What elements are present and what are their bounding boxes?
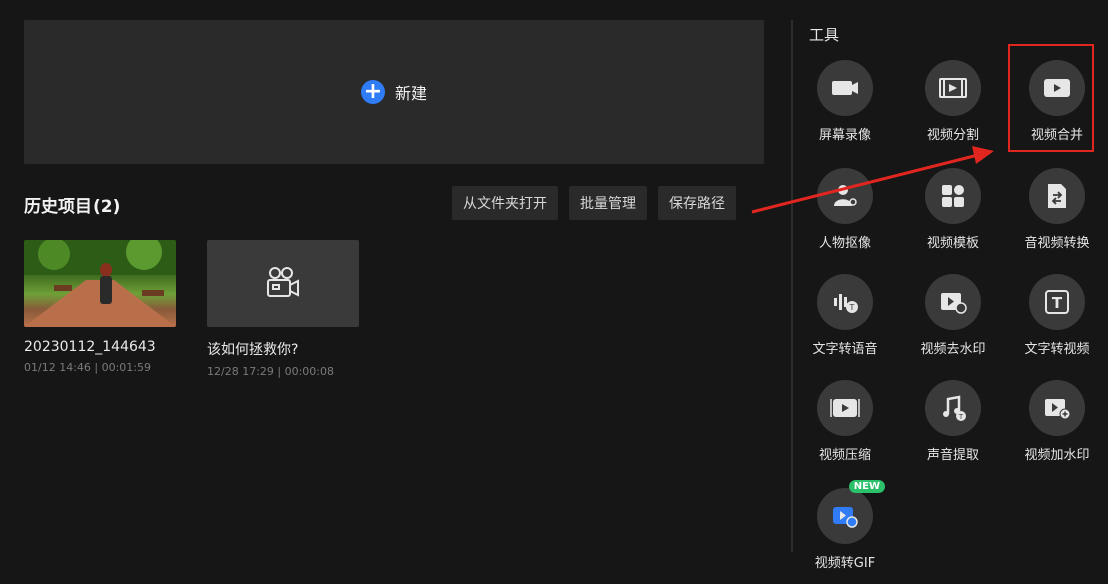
new-badge: NEW [848,480,885,493]
tool-video-split[interactable]: 视频分割 [901,60,1005,143]
tool-label: 视频去水印 [920,342,986,357]
tool-label: 屏幕录像 [818,128,871,143]
project-meta: 12/28 17:29 | 00:00:08 [207,365,334,378]
highlight-box [1008,44,1094,152]
tool-label: 音视频转换 [1024,236,1090,251]
tool-remove-watermark[interactable]: 视频去水印 [901,274,1005,357]
svg-text:T: T [958,413,964,421]
history-count: (2) [93,197,121,217]
video-compress-icon [817,380,873,436]
open-folder-button[interactable]: 从文件夹打开 [452,186,558,220]
tool-label: 人物抠像 [818,236,871,251]
tool-screen-record[interactable]: 屏幕录像 [793,60,897,143]
project-thumbnail [24,240,176,327]
save-path-button[interactable]: 保存路径 [658,186,736,220]
project-name: 该如何拯救你? [207,342,299,358]
tool-video-to-gif[interactable]: NEW 视频转GIF [793,480,897,571]
tool-av-convert[interactable]: 音视频转换 [1005,168,1108,251]
add-watermark-icon [1029,380,1085,436]
audio-extract-icon: T [925,380,981,436]
history-title-text: 历史项目 [24,197,92,217]
tools-title: 工具 [809,26,840,44]
batch-manage-button[interactable]: 批量管理 [569,186,647,220]
tool-label: 视频压缩 [818,448,871,463]
svg-text:T: T [849,303,855,312]
tool-label: 视频加水印 [1024,448,1090,463]
tool-label: 视频转GIF [814,556,876,571]
svg-text:T: T [1052,294,1063,312]
remove-watermark-icon [925,274,981,330]
tool-label: 声音提取 [926,448,979,463]
video-template-icon [925,168,981,224]
project-card[interactable]: 20230112_144643 01/12 14:46 | 00:01:59 [24,240,176,374]
tool-label: 视频分割 [926,128,979,143]
screen-record-icon [817,60,873,116]
history-actions: 从文件夹打开 批量管理 保存路径 [452,186,736,220]
project-thumbnail [207,240,359,327]
tool-label: 文字转语音 [812,342,878,357]
text-to-speech-icon: T [817,274,873,330]
tool-video-compress[interactable]: 视频压缩 [793,380,897,463]
av-convert-icon [1029,168,1085,224]
tool-add-watermark[interactable]: 视频加水印 [1005,380,1108,463]
new-project-label: 新建 [394,84,427,103]
tool-text-to-speech[interactable]: T 文字转语音 [793,274,897,357]
tool-label: 文字转视频 [1024,342,1090,357]
project-meta: 01/12 14:46 | 00:01:59 [24,361,151,374]
person-cutout-icon [817,168,873,224]
tool-audio-extract[interactable]: T 声音提取 [901,380,1005,463]
new-project-button[interactable]: + 新建 [24,20,764,164]
tool-person-cutout[interactable]: 人物抠像 [793,168,897,251]
project-name: 20230112_144643 [24,339,156,355]
text-to-video-icon: T [1029,274,1085,330]
video-to-gif-icon: NEW [817,480,885,544]
tool-label: 视频模板 [926,236,979,251]
tool-text-to-video[interactable]: T 文字转视频 [1005,274,1108,357]
video-camera-icon [267,266,299,297]
video-split-icon [925,60,981,116]
tool-video-template[interactable]: 视频模板 [901,168,1005,251]
plus-icon: + [360,80,385,104]
history-title: 历史项目(2) [24,192,120,217]
project-card[interactable]: 该如何拯救你? 12/28 17:29 | 00:00:08 [207,240,359,378]
